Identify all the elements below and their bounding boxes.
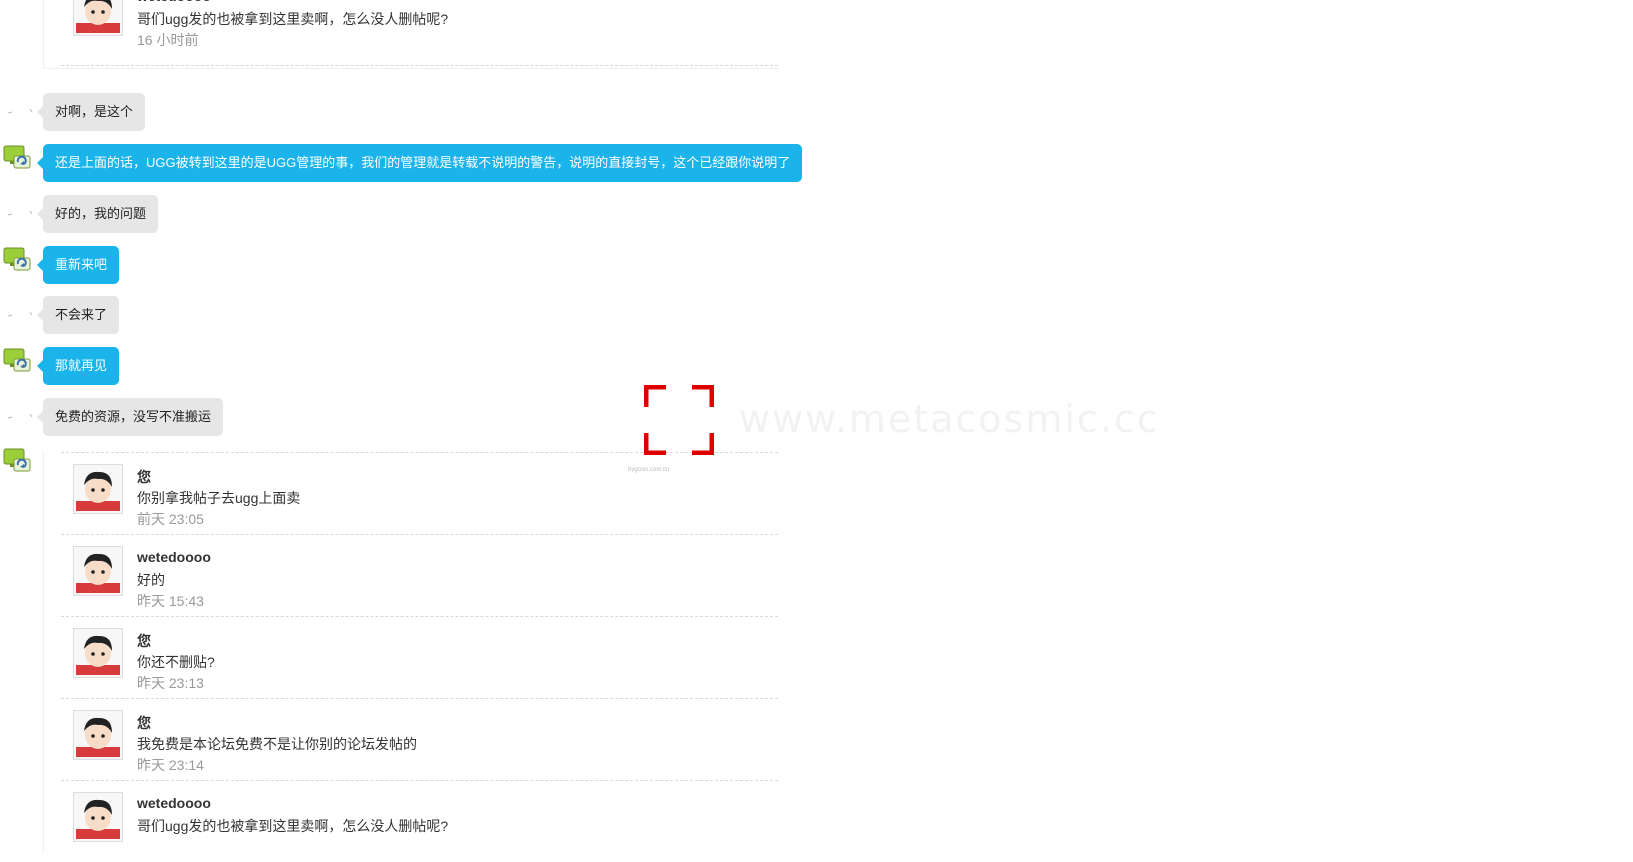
cartoon-avatar-icon	[76, 0, 120, 33]
quote-time: 16 小时前	[137, 32, 199, 48]
quote-text: 哥们ugg发的也被拿到这里卖啊，怎么没人删帖呢?	[137, 818, 449, 834]
message-bubble: 那就再见	[36, 347, 120, 385]
refresh-monitor-icon[interactable]	[2, 244, 32, 274]
quote-author: wetedoooo	[137, 0, 211, 4]
refresh-monitor-icon[interactable]	[2, 445, 32, 475]
avatar[interactable]	[73, 464, 123, 514]
quote-author: 您	[137, 715, 151, 731]
message-bubble: 免费的资源，没写不准搬运	[36, 398, 224, 436]
cartoon-avatar-icon	[76, 553, 120, 593]
avatar[interactable]	[73, 710, 123, 760]
quote-text: 我免费是本论坛免费不是让你别的论坛发帖的	[137, 736, 417, 752]
watermark: www.metacosmic.cc bygosis.com.cn	[628, 385, 1158, 473]
watermark-small-text: bygosis.com.cn	[628, 467, 670, 473]
refresh-monitor-icon[interactable]	[2, 142, 32, 172]
message-bubble: 不会来了	[36, 296, 120, 334]
quote-text: 好的	[137, 572, 165, 588]
quote-time: 昨天 23:13	[137, 675, 204, 691]
quote-entry: 您 你还不删贴? 昨天 23:13	[61, 616, 778, 698]
message-bubble: 还是上面的话，UGG被转到这里的是UGG管理的事，我们的管理就是转载不说明的警告…	[36, 144, 803, 182]
refresh-monitor-icon[interactable]	[2, 345, 32, 375]
quote-entry: 您 我免费是本论坛免费不是让你别的论坛发帖的 昨天 23:14	[61, 698, 778, 780]
avatar[interactable]	[73, 792, 123, 842]
quote-time: 前天 23:05	[137, 511, 204, 527]
user-marker-icon	[7, 108, 33, 114]
quote-entry: wetedoooo 哥们ugg发的也被拿到这里卖啊，怎么没人删帖呢? 16 小时…	[61, 0, 778, 66]
avatar[interactable]	[73, 546, 123, 596]
avatar[interactable]	[73, 628, 123, 678]
quote-text: 哥们ugg发的也被拿到这里卖啊，怎么没人删帖呢?	[137, 11, 449, 27]
quote-entry: wetedoooo 哥们ugg发的也被拿到这里卖啊，怎么没人删帖呢?	[61, 780, 778, 862]
focus-corners-icon	[644, 385, 714, 455]
watermark-text: www.metacosmic.cc	[739, 397, 1160, 441]
quote-time: 昨天 23:14	[137, 757, 204, 773]
quote-entry: wetedoooo 好的 昨天 15:43	[61, 534, 778, 616]
quote-card-top: wetedoooo 哥们ugg发的也被拿到这里卖啊，怎么没人删帖呢? 16 小时…	[43, 0, 778, 69]
user-marker-icon	[7, 311, 33, 317]
message-bubble: 好的，我的问题	[36, 195, 159, 233]
cartoon-avatar-icon	[76, 471, 120, 511]
quote-text: 你别拿我帖子去ugg上面卖	[137, 490, 301, 506]
message-bubble: 对啊，是这个	[36, 93, 146, 131]
user-marker-icon	[7, 210, 33, 216]
user-marker-icon	[7, 413, 33, 419]
quote-author: 您	[137, 633, 151, 649]
avatar[interactable]	[73, 0, 123, 36]
cartoon-avatar-icon	[76, 635, 120, 675]
quote-author: wetedoooo	[137, 795, 211, 811]
quote-author: wetedoooo	[137, 549, 211, 565]
quote-author: 您	[137, 469, 151, 485]
quote-time: 昨天 15:43	[137, 593, 204, 609]
cartoon-avatar-icon	[76, 717, 120, 757]
message-bubble: 重新来吧	[36, 246, 120, 284]
quote-card-bottom: 您 你别拿我帖子去ugg上面卖 前天 23:05 wetedoooo 好的 昨天…	[43, 452, 778, 852]
quote-text: 你还不删贴?	[137, 654, 215, 670]
cartoon-avatar-icon	[76, 799, 120, 839]
